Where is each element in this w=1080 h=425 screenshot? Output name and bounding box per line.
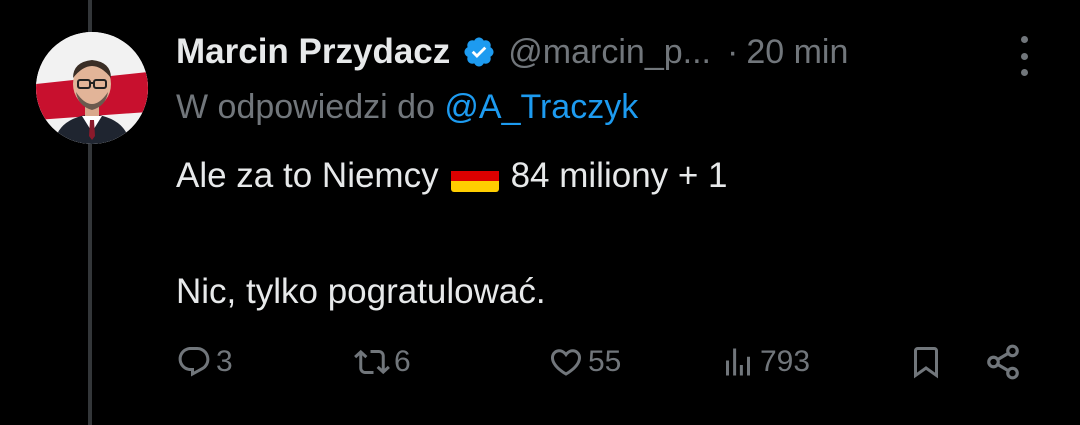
verified-badge-icon bbox=[462, 35, 496, 69]
reply-mention-link[interactable]: @A_Traczyk bbox=[444, 88, 638, 126]
tweet-text-segment: Nic, tylko pogratulować. bbox=[176, 272, 546, 311]
heart-icon bbox=[548, 344, 584, 380]
author-name[interactable]: Marcin Przydacz bbox=[176, 32, 450, 72]
bookmark-button[interactable] bbox=[908, 340, 944, 384]
reply-button[interactable]: 3 bbox=[176, 340, 233, 384]
views-button[interactable]: 793 bbox=[720, 340, 810, 384]
tweet-text-line: Nic, tylko pogratulować. bbox=[176, 268, 546, 316]
more-options-icon[interactable] bbox=[1012, 36, 1036, 76]
share-button[interactable] bbox=[984, 340, 1022, 384]
reply-icon bbox=[176, 344, 212, 380]
separator-dot: · bbox=[726, 32, 739, 71]
views-chart-icon bbox=[720, 344, 756, 380]
tweet-header: Marcin Przydacz @marcin_p... · 20 min bbox=[176, 28, 848, 76]
reply-context: W odpowiedzi do @A_Traczyk bbox=[176, 88, 638, 127]
reply-count: 3 bbox=[216, 345, 233, 378]
repost-count: 6 bbox=[394, 345, 411, 378]
repost-button[interactable]: 6 bbox=[354, 340, 411, 384]
author-handle[interactable]: @marcin_p... bbox=[508, 33, 711, 72]
like-button[interactable]: 55 bbox=[548, 340, 621, 384]
tweet-text-segment: Ale za to Niemcy bbox=[176, 156, 439, 195]
tweet-text-segment: 84 miliony + 1 bbox=[510, 156, 728, 195]
bookmark-icon bbox=[908, 344, 944, 380]
view-count: 793 bbox=[760, 345, 811, 378]
like-count: 55 bbox=[588, 345, 622, 378]
avatar[interactable] bbox=[36, 32, 148, 144]
german-flag-icon bbox=[450, 160, 499, 192]
action-bar: 3 6 55 793 bbox=[0, 340, 1080, 384]
more-dot bbox=[1020, 69, 1028, 76]
avatar-image bbox=[36, 32, 148, 144]
more-dot bbox=[1020, 36, 1028, 43]
timestamp[interactable]: 20 min bbox=[746, 33, 848, 72]
reply-prefix: W odpowiedzi do bbox=[176, 88, 435, 126]
more-dot bbox=[1020, 52, 1028, 60]
repost-icon bbox=[354, 344, 390, 380]
share-icon bbox=[984, 343, 1022, 381]
tweet-text-line: Ale za to Niemcy 84 miliony + 1 bbox=[176, 152, 728, 200]
